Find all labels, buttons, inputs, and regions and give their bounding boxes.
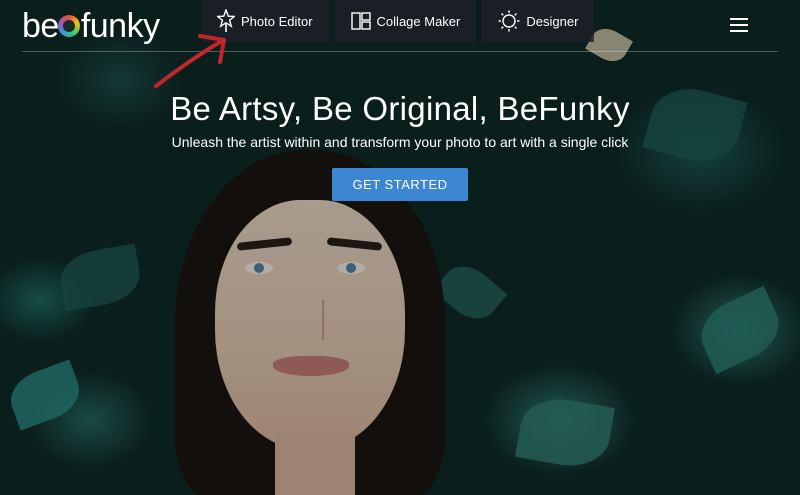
designer-sun-icon xyxy=(498,10,520,32)
hero-headline: Be Artsy, Be Original, BeFunky xyxy=(170,90,630,127)
main-nav: Photo Editor Collage Maker Designer xyxy=(201,0,595,42)
nav-designer[interactable]: Designer xyxy=(482,0,595,42)
hamburger-menu-icon[interactable] xyxy=(730,18,748,36)
befunky-logo[interactable]: be funky xyxy=(22,6,160,46)
annotation-arrow-icon xyxy=(154,34,226,88)
get-started-button[interactable]: GET STARTED xyxy=(332,168,468,201)
nav-collage-maker[interactable]: Collage Maker xyxy=(334,0,477,42)
hero-subheadline: Unleash the artist within and transform … xyxy=(171,134,629,150)
logo-color-ring-icon xyxy=(57,15,80,37)
hero-section: Be Artsy, Be Original, BeFunky Unleash t… xyxy=(0,88,800,201)
hero-background: be funky Photo Editor Collage Maker Desig… xyxy=(0,0,800,495)
collage-grid-icon xyxy=(350,12,371,30)
header-divider xyxy=(22,51,778,52)
